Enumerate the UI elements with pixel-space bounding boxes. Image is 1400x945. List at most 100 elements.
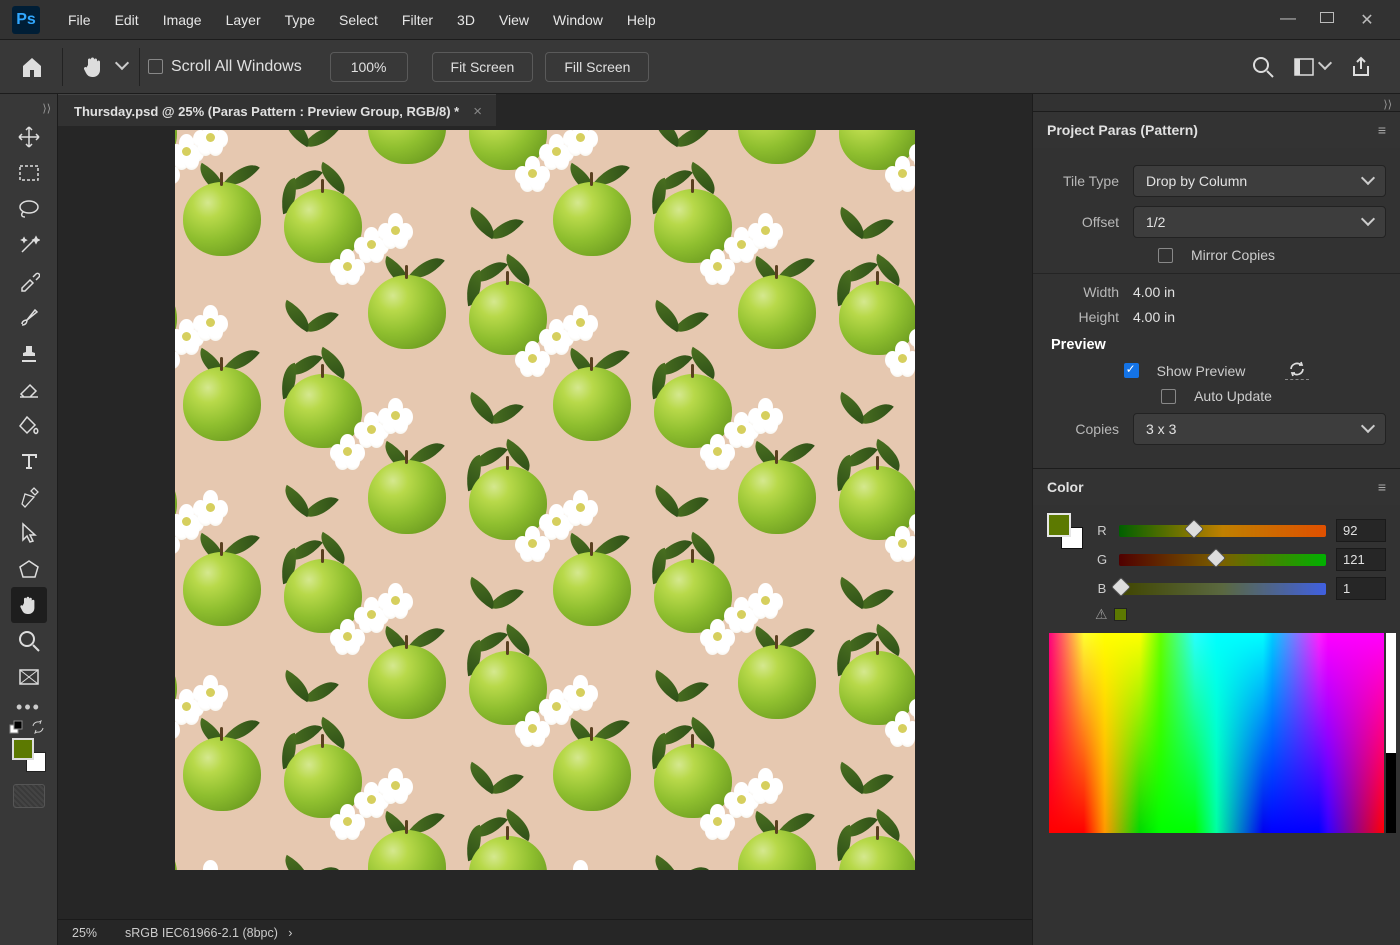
hand-tool[interactable] [11,587,47,623]
menu-view[interactable]: View [487,0,541,40]
tile-type-label: Tile Type [1047,173,1133,189]
chevron-down-icon [1363,173,1373,189]
menu-filter[interactable]: Filter [390,0,445,40]
workspace-icon [1294,58,1314,76]
search-icon [1252,56,1274,78]
stamp-tool[interactable] [11,335,47,371]
gamut-warning-icon[interactable]: ⚠ [1095,606,1108,623]
menu-image[interactable]: Image [151,0,214,40]
fill-screen-button[interactable]: Fill Screen [545,52,649,82]
wand-icon [18,234,40,256]
chevron-down-icon [1363,421,1373,437]
shape-tool[interactable] [11,551,47,587]
refresh-preview-button[interactable] [1285,361,1309,380]
status-bar: 25% sRGB IEC61966-2.1 (8bpc) › [58,919,1032,945]
panel-menu-icon[interactable]: ≡ [1378,122,1386,138]
menu-select[interactable]: Select [327,0,390,40]
width-field[interactable]: 4.00 in [1133,284,1175,300]
panels-collapse[interactable]: ⟩⟩ [1383,98,1392,111]
menu-file[interactable]: File [56,0,103,40]
scroll-all-checkbox[interactable] [148,59,163,74]
auto-update-checkbox[interactable] [1161,389,1176,404]
menubar: Ps File Edit Image Layer Type Select Fil… [0,0,1400,40]
zoom-field[interactable]: 100% [330,52,408,82]
lasso-icon [18,199,40,219]
type-tool[interactable] [11,443,47,479]
show-preview-checkbox[interactable] [1124,363,1139,378]
copies-label: Copies [1047,421,1133,437]
eraser-icon [18,379,40,399]
fit-screen-button[interactable]: Fit Screen [432,52,534,82]
move-tool[interactable] [11,119,47,155]
toolbar-expand[interactable]: ⟩⟩ [42,102,51,115]
search-button[interactable] [1252,56,1274,78]
panels-dock: ⟩⟩ Project Paras (Pattern) ≡ Tile Type D… [1032,94,1400,945]
zoom-tool[interactable] [11,623,47,659]
tool-indicator-hand[interactable] [77,51,109,83]
b-value[interactable]: 1 [1336,577,1386,600]
color-swatch[interactable] [1047,513,1083,549]
lasso-tool[interactable] [11,191,47,227]
arrow-icon [20,522,38,544]
default-colors-icon[interactable] [9,720,23,734]
workspace-button[interactable] [1294,58,1330,76]
maximize-button[interactable] [1320,10,1334,30]
pen-tool[interactable] [11,479,47,515]
app-logo: Ps [12,6,40,34]
share-button[interactable] [1350,56,1372,78]
menu-edit[interactable]: Edit [103,0,151,40]
document-tab[interactable]: Thursday.psd @ 25% (Paras Pattern : Prev… [58,94,496,126]
eyedropper-tool[interactable] [11,263,47,299]
status-profile[interactable]: sRGB IEC61966-2.1 (8bpc) › [125,926,292,940]
close-button[interactable]: ✕ [1360,10,1374,30]
show-preview-label: Show Preview [1157,363,1246,379]
zoom-icon [18,630,40,652]
refresh-icon [1288,361,1306,377]
magic-wand-tool[interactable] [11,227,47,263]
chevron-down-icon [1363,214,1373,230]
edit-toolbar[interactable]: ••• [16,697,41,718]
canvas[interactable] [175,130,915,870]
r-slider[interactable] [1119,525,1326,537]
crossed-rect-tool[interactable] [11,659,47,695]
menu-window[interactable]: Window [541,0,615,40]
home-button[interactable] [16,51,48,83]
tile-type-select[interactable]: Drop by Column [1133,165,1386,197]
menu-layer[interactable]: Layer [214,0,273,40]
menu-help[interactable]: Help [615,0,668,40]
g-value[interactable]: 121 [1336,548,1386,571]
color-spectrum[interactable] [1049,633,1384,833]
chevron-down-icon [1320,58,1330,76]
tool-preset-chevron-icon[interactable] [117,58,127,76]
mirror-copies-checkbox[interactable] [1158,248,1173,263]
g-slider[interactable] [1119,554,1326,566]
offset-select[interactable]: 1/2 [1133,206,1386,238]
r-value[interactable]: 92 [1336,519,1386,542]
path-select-tool[interactable] [11,515,47,551]
pattern-panel-title: Project Paras (Pattern) [1047,122,1198,138]
bucket-tool[interactable] [11,407,47,443]
window-controls: — ✕ [1280,10,1396,30]
color-panel: Color ≡ R 92 G 121 [1033,468,1400,851]
quick-mask-toggle[interactable] [13,784,45,808]
status-zoom[interactable]: 25% [72,926,97,940]
copies-select[interactable]: 3 x 3 [1133,413,1386,445]
gamut-swatch[interactable] [1114,608,1127,621]
panel-menu-icon[interactable]: ≡ [1378,479,1386,495]
hand-icon [82,55,104,79]
menu-type[interactable]: Type [273,0,327,40]
color-swatches[interactable] [12,738,46,772]
brush-icon [18,306,40,328]
marquee-tool[interactable] [11,155,47,191]
tab-close-button[interactable]: × [473,103,482,120]
height-field[interactable]: 4.00 in [1133,309,1175,325]
crossed-rect-icon [18,668,40,686]
minimize-button[interactable]: — [1280,10,1294,30]
swap-colors-icon[interactable] [31,720,45,734]
menu-3d[interactable]: 3D [445,0,487,40]
stamp-icon [18,342,40,364]
offset-value: 1/2 [1146,214,1165,230]
b-slider[interactable] [1119,583,1326,595]
eraser-tool[interactable] [11,371,47,407]
brush-tool[interactable] [11,299,47,335]
